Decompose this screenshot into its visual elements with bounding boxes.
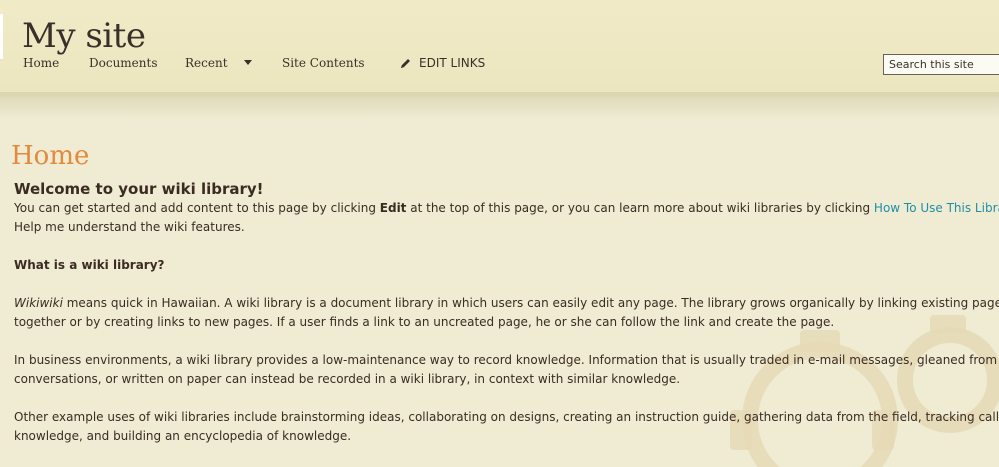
intro-text: You can get started and add content to t… [14, 201, 380, 215]
nav-item-documents[interactable]: Documents [89, 56, 157, 70]
edit-keyword: Edit [379, 201, 407, 215]
header-shadow [0, 92, 999, 120]
wikiwiki-term: Wikiwiki [14, 296, 63, 310]
paragraph-3-line-2: knowledge, and building an encyclopedia … [14, 429, 352, 443]
paragraph-1-line-1: Wikiwiki means quick in Hawaiian. A wiki… [14, 294, 999, 313]
search-input[interactable] [883, 54, 999, 75]
nav-item-home[interactable]: Home [23, 56, 59, 70]
wiki-content: Welcome to your wiki library! You can ge… [14, 180, 999, 446]
paragraph-2-line-1: In business environments, a wiki library… [14, 353, 999, 367]
page-title: Home [11, 141, 90, 171]
how-to-use-library-link[interactable]: How To Use This Library [874, 201, 999, 215]
paragraph-1-line-2: together or by creating links to new pag… [14, 315, 835, 329]
site-title[interactable]: My site [22, 14, 146, 58]
site-title-accent-bar [0, 14, 3, 59]
nav-item-recent[interactable]: Recent [185, 56, 228, 70]
edit-links-button[interactable]: EDIT LINKS [401, 56, 486, 70]
welcome-heading: Welcome to your wiki library! [14, 180, 264, 198]
subheading: What is a wiki library? [14, 258, 165, 272]
intro-middle-text: at the top of this page, or you can lear… [406, 201, 874, 215]
chevron-down-icon[interactable] [244, 60, 252, 65]
pencil-icon [401, 59, 410, 68]
header-band [0, 0, 999, 97]
intro-line: You can get started and add content to t… [14, 199, 999, 218]
paragraph-3-line-1: Other example uses of wiki libraries inc… [14, 410, 999, 424]
nav-item-site-contents[interactable]: Site Contents [282, 56, 365, 70]
edit-links-label: EDIT LINKS [419, 56, 486, 70]
help-line: Help me understand the wiki features. [14, 220, 245, 234]
paragraph-2-line-2: conversations, or written on paper can i… [14, 372, 681, 386]
paragraph-1-text: means quick in Hawaiian. A wiki library … [62, 296, 999, 310]
